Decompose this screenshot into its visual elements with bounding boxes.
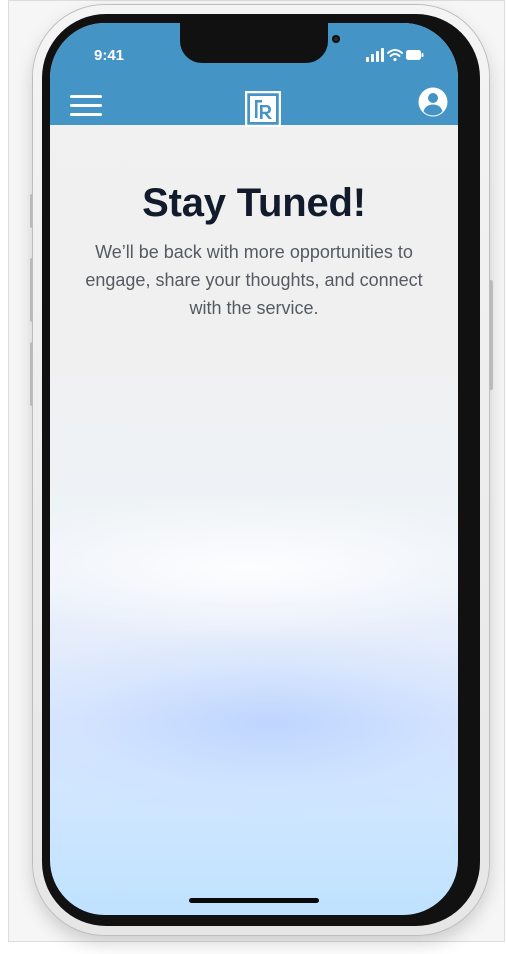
status-time: 9:41 bbox=[94, 47, 125, 64]
phone-screen: 9:41 Stay Tuned! We’ll be back with more… bbox=[50, 23, 458, 915]
hamburger-menu-icon[interactable] bbox=[70, 95, 102, 117]
user-profile-icon[interactable] bbox=[418, 87, 448, 117]
phone-device: 9:41 Stay Tuned! We’ll be back with more… bbox=[33, 5, 489, 935]
page-title: Stay Tuned! bbox=[142, 181, 366, 225]
device-notch bbox=[180, 23, 340, 63]
r-logo-icon bbox=[245, 91, 281, 127]
info-message: We’ll be back with more opportunities to… bbox=[85, 242, 423, 318]
battery-icon bbox=[406, 50, 424, 60]
app-header: 9:41 bbox=[50, 23, 458, 127]
home-indicator[interactable] bbox=[189, 898, 319, 903]
wifi-icon bbox=[387, 49, 403, 62]
front-camera bbox=[332, 35, 340, 43]
background-wave bbox=[50, 623, 458, 823]
status-icons bbox=[366, 48, 424, 62]
background-glow bbox=[50, 493, 458, 643]
signal-icon bbox=[366, 48, 384, 62]
phone-power-button bbox=[489, 280, 493, 390]
